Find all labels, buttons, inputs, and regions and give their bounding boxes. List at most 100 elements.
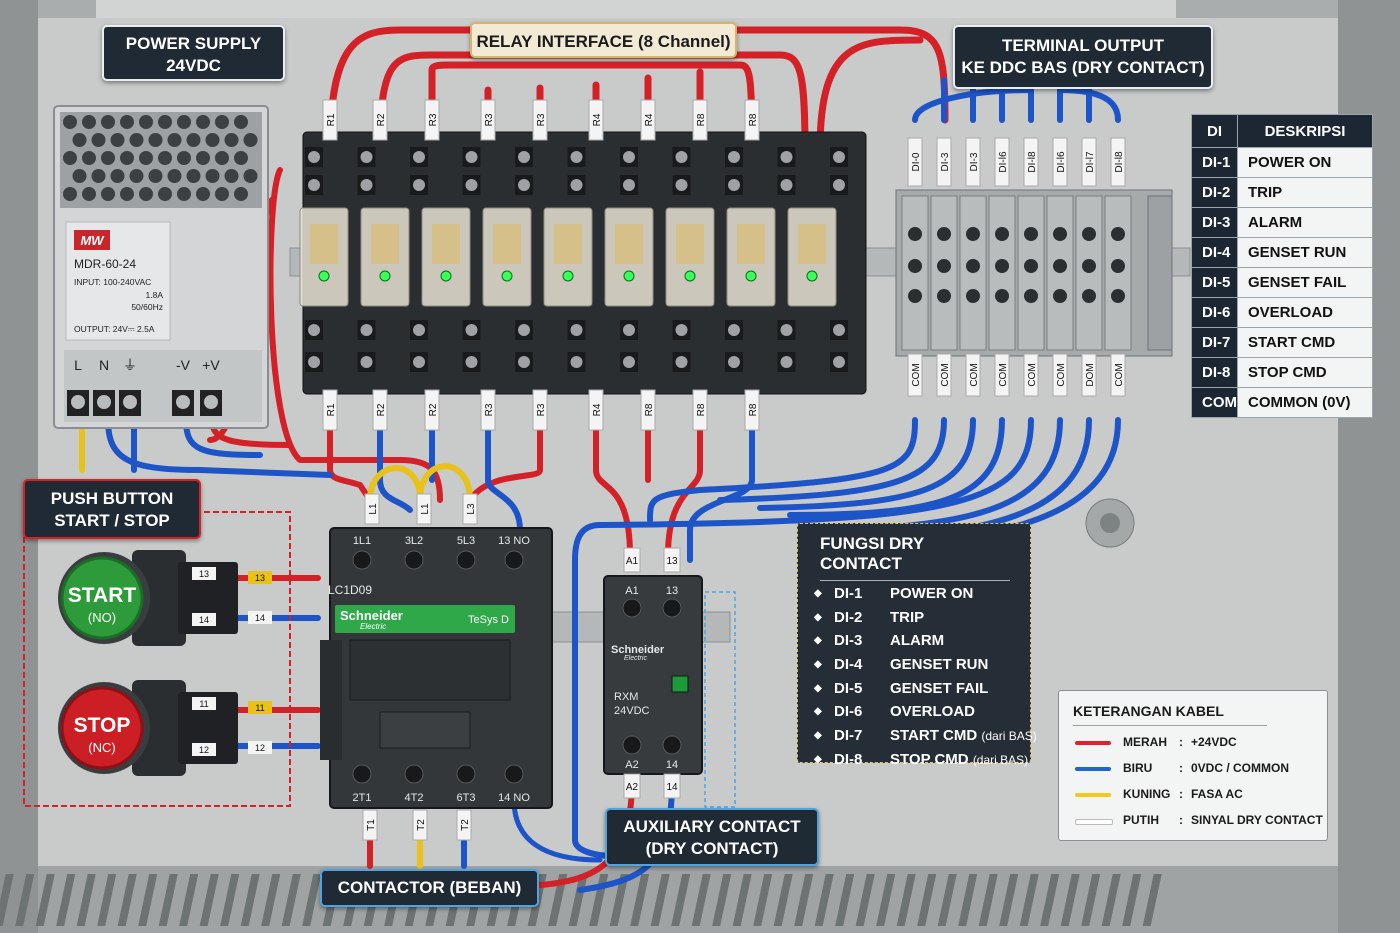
terminal-screw <box>908 259 922 273</box>
fungsi-item: ◆ DI-4 GENSET RUN <box>798 656 1030 680</box>
fungsi-item-desc-text: POWER ON <box>890 585 974 602</box>
terminal-screw <box>937 289 951 303</box>
bullet-icon: ◆ <box>814 706 822 718</box>
fungsi-item-di: DI-6 <box>834 703 863 721</box>
relay-coil <box>310 224 338 264</box>
start-button-label: START <box>68 584 137 607</box>
cable-color-name: KUNING <box>1123 787 1171 801</box>
di-table-cell-di: DI-2 <box>1191 177 1238 208</box>
vent-hole <box>234 151 248 165</box>
vent-hole <box>110 169 125 183</box>
fungsi-item-desc: START CMD (dari BAS) <box>890 727 1037 744</box>
di-table-row: DI-6 OVERLOAD <box>1191 297 1373 328</box>
terminal-screw <box>728 179 740 191</box>
relay-coil <box>493 224 521 264</box>
callout-contactor-text: CONTACTOR (BEBAN) <box>337 878 522 897</box>
terminal-screw <box>675 151 688 163</box>
vent-hole <box>158 151 172 165</box>
fungsi-item-desc: GENSET RUN <box>890 656 988 673</box>
start-wire-label: 14 <box>255 613 265 623</box>
di-table-row: DI-1 POWER ON <box>1191 147 1373 178</box>
bullet-icon: ◆ <box>814 611 822 623</box>
terminal-screw <box>518 179 530 191</box>
terminal-bottom-label: COM <box>1114 363 1125 386</box>
di-table-header-di: DI <box>1191 114 1238 148</box>
vent-hole <box>205 169 220 183</box>
terminal-screw <box>360 179 373 191</box>
fungsi-item-di: DI-4 <box>834 656 863 674</box>
terminal-top-label: DI-l6 <box>1056 151 1067 173</box>
terminal-screw <box>780 179 793 191</box>
relay-status-led <box>318 270 330 282</box>
fungsi-dry-contact-panel: FUNGSI DRY CONTACT ◆ DI-1 POWER ON ◆ DI-2 TR… <box>797 523 1037 768</box>
rxm-led <box>671 675 689 693</box>
terminal-screw <box>908 289 922 303</box>
vent-hole <box>101 151 115 165</box>
contactor-bottom-wire-label: T2 <box>416 819 427 831</box>
relay-bottom-wire-label: R3 <box>484 403 495 416</box>
terminal-bottom-label: COM <box>969 363 980 386</box>
rxm-brand-sub: Electric <box>624 655 647 662</box>
cable-color-swatch <box>1075 819 1113 825</box>
relay-top-wire-label: R3 <box>484 113 495 126</box>
relay-status-led <box>684 270 696 282</box>
terminal-screw <box>308 324 320 336</box>
relay-top-wire-label: R8 <box>748 113 759 126</box>
rxm-top-wire-label: A1 <box>626 556 639 567</box>
terminal-screw <box>352 550 372 570</box>
psu-current: 1.8A <box>146 290 164 300</box>
vent-hole <box>215 115 229 129</box>
callout-power-supply: POWER SUPPLY 24VDC <box>102 25 285 81</box>
psu-terminal-label: ⏚ <box>123 357 137 373</box>
vent-hole <box>129 169 144 183</box>
terminal-screw <box>360 324 373 336</box>
relay-status-led <box>806 270 818 282</box>
callout-power-supply-line1: POWER SUPPLY <box>125 34 262 53</box>
vent-hole <box>186 133 201 147</box>
fungsi-list: ◆ DI-1 POWER ON ◆ DI-2 TRIP ◆ DI-3 ALARM ◆ DI-4… <box>798 585 1037 775</box>
vent-hole <box>243 169 258 183</box>
terminal-screw <box>1053 259 1067 273</box>
terminal-screw <box>728 356 740 368</box>
psu-terminal-label: N <box>99 357 109 373</box>
terminal-screw <box>833 179 845 191</box>
fungsi-item-desc-text: TRIP <box>890 608 925 626</box>
cable-color-swatch <box>1075 793 1111 797</box>
fungsi-item-di: DI-5 <box>834 679 863 697</box>
di-table-cell-desc: STOP CMD <box>1237 357 1373 388</box>
terminal-screw <box>662 598 682 618</box>
callout-push-button: PUSH BUTTON START / STOP <box>23 479 201 539</box>
fungsi-item: ◆ DI-2 TRIP <box>798 609 1030 633</box>
di-table-cell-desc: ALARM <box>1237 207 1373 238</box>
cable-color-desc: 0VDC / COMMON <box>1191 761 1290 775</box>
terminal-screw <box>413 179 425 191</box>
terminal-screw <box>833 151 845 163</box>
fungsi-item-desc-text: GENSET RUN <box>890 656 989 674</box>
terminal-screw <box>1111 289 1125 303</box>
contactor-bottom-terminal-label: 6T3 <box>457 792 476 804</box>
contactor-top-wire-label: L3 <box>466 503 477 515</box>
terminal-screw <box>675 324 688 336</box>
vent-hole <box>91 169 106 183</box>
vent-hole <box>243 133 258 147</box>
vent-hole <box>177 187 191 201</box>
cable-color-swatch <box>1075 767 1111 771</box>
terminal-screw <box>780 151 793 163</box>
stop-wire-label: 11 <box>255 703 264 713</box>
terminal-screw <box>570 151 583 163</box>
vent-hole <box>215 187 229 201</box>
relay-bottom-wire-label: R8 <box>748 403 759 416</box>
terminal-screw <box>966 227 980 241</box>
contactor-top-terminal-label: 3L2 <box>405 535 423 547</box>
contactor-bottom-terminal-label: 4T2 <box>405 792 424 804</box>
terminal-screw <box>456 764 476 784</box>
vent-hole <box>224 133 239 147</box>
di-table: DI DESKRIPSI DI-1 POWER ON DI-2 TRIP DI-3 ALA… <box>1191 114 1373 418</box>
terminal-screw <box>1082 259 1096 273</box>
bullet-icon: ◆ <box>814 635 822 647</box>
relay-bottom-wire-label: R2 <box>376 403 387 416</box>
terminal-screw <box>71 395 85 409</box>
di-table-row: DI-7 START CMD <box>1191 327 1373 358</box>
terminal-top-label: DI-l8 <box>1027 151 1038 173</box>
terminal-screw <box>504 764 524 784</box>
